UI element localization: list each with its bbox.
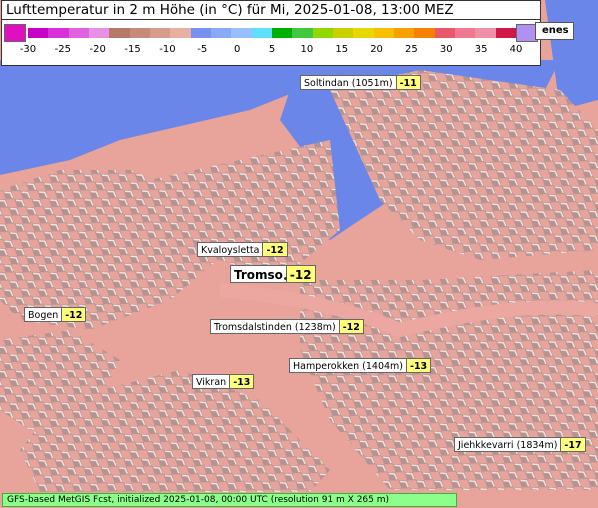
place-name: Hamperokken (1404m) xyxy=(289,358,407,373)
legend-tick-label: -15 xyxy=(124,44,141,55)
legend-swatch xyxy=(353,28,374,38)
legend-low-cap xyxy=(4,24,26,42)
place-name: Vikran xyxy=(192,374,231,389)
legend-swatch xyxy=(28,28,49,38)
legend-swatch xyxy=(414,28,435,38)
color-legend: -30 -25 -20 -15 -10 -5 0 5 10 15 20 25 30 35 40 xyxy=(1,20,541,66)
legend-swatch xyxy=(393,28,415,38)
place-label-tromso: Tromso -12 xyxy=(230,265,316,283)
legend-color-bar xyxy=(28,28,516,38)
legend-swatch xyxy=(332,28,354,38)
place-temperature: -12 xyxy=(339,319,364,334)
place-label-vikran: Vikran -13 xyxy=(192,374,255,389)
legend-swatch xyxy=(231,28,252,38)
legend-swatch xyxy=(68,28,89,38)
place-temperature: -11 xyxy=(396,75,421,90)
place-name: Bogen xyxy=(24,307,63,322)
legend-swatch xyxy=(210,28,232,38)
legend-tick-label: 15 xyxy=(335,44,349,55)
legend-swatch xyxy=(454,28,476,38)
map-title: Lufttemperatur in 2 m Höhe (in °C) für M… xyxy=(1,0,541,20)
legend-tick-label: -20 xyxy=(89,44,106,55)
legend-swatch xyxy=(312,28,333,38)
partial-place-label: enes xyxy=(535,22,574,40)
place-label-soltindan: Soltindan (1051m) -11 xyxy=(300,75,421,90)
legend-swatch xyxy=(434,28,455,38)
legend-tick-label: -25 xyxy=(54,44,72,55)
forecast-info-footer: GFS-based MetGIS Fcst, initialized 2025-… xyxy=(2,493,457,507)
legend-swatch xyxy=(475,28,496,38)
place-name: Tromso xyxy=(230,265,287,283)
legend-tick-label: 10 xyxy=(300,44,314,55)
place-name: Tromsdalstinden (1238m) xyxy=(210,319,340,334)
temperature-map xyxy=(0,0,598,508)
legend-tick-label: 5 xyxy=(268,44,276,55)
legend-tick-label: 30 xyxy=(439,44,453,55)
legend-tick-label: 35 xyxy=(474,44,488,55)
legend-swatch xyxy=(170,28,191,38)
legend-swatch xyxy=(373,28,394,38)
place-label-tromsdalstinden: Tromsdalstinden (1238m) -12 xyxy=(210,319,364,334)
tromso-marker xyxy=(284,277,287,280)
place-name: Jiehkkevarri (1834m) xyxy=(454,437,562,452)
legend-tick-label: -10 xyxy=(159,44,176,55)
place-temperature: -17 xyxy=(561,437,586,452)
place-label-bogen: Bogen -12 xyxy=(24,307,87,322)
place-temperature: -12 xyxy=(286,265,316,283)
legend-swatch xyxy=(251,28,272,38)
place-name: Soltindan (1051m) xyxy=(300,75,397,90)
legend-swatch xyxy=(109,28,130,38)
legend-tick-label: 25 xyxy=(405,44,418,55)
legend-swatch xyxy=(88,28,110,38)
legend-swatch xyxy=(129,28,150,38)
place-temperature: -13 xyxy=(407,358,432,373)
legend-swatch xyxy=(292,28,313,38)
place-temperature: -13 xyxy=(230,374,255,389)
legend-tick-label: -5 xyxy=(197,44,208,55)
legend-tick-label: -30 xyxy=(19,44,37,55)
legend-swatch xyxy=(149,28,171,38)
legend-swatch xyxy=(271,28,293,38)
place-name: Kvaloysletta xyxy=(197,242,264,257)
place-temperature: -12 xyxy=(263,242,288,257)
legend-tick-label: 40 xyxy=(509,44,523,55)
legend-tick-label: 20 xyxy=(370,44,383,55)
place-label-jiehkkevarri: Jiehkkevarri (1834m) -17 xyxy=(454,437,586,452)
place-label-hamperokken: Hamperokken (1404m) -13 xyxy=(289,358,432,373)
legend-tick-label: 0 xyxy=(233,44,241,55)
place-label-kvaloysletta: Kvaloysletta -12 xyxy=(197,242,288,257)
legend-swatch xyxy=(495,28,516,38)
legend-swatch xyxy=(190,28,211,38)
place-temperature: -12 xyxy=(62,307,87,322)
legend-swatch xyxy=(48,28,69,38)
